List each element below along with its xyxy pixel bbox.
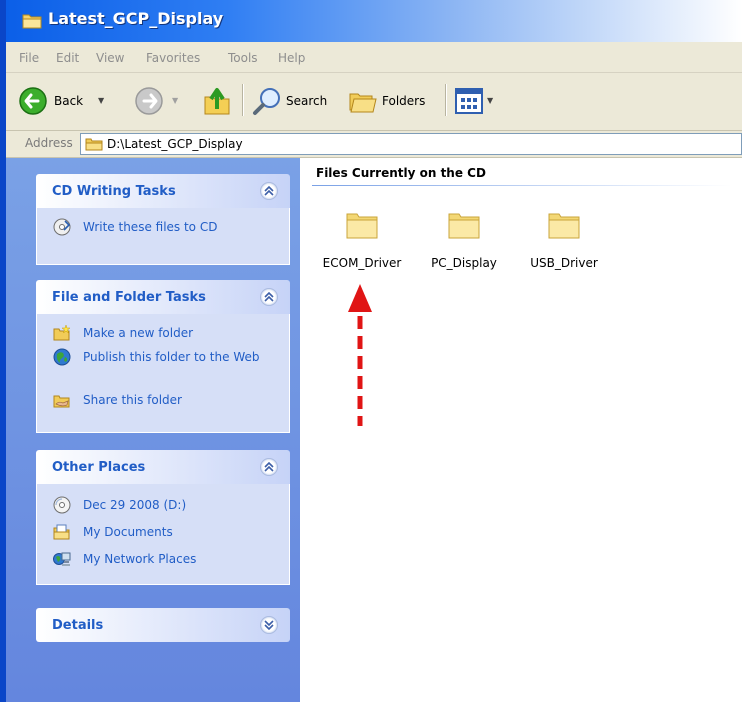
task-label: My Network Places [83, 552, 197, 566]
views-icon [455, 88, 483, 114]
panel-title: Other Places [52, 460, 146, 475]
new-folder-icon [53, 324, 71, 341]
collapse-icon[interactable] [260, 458, 278, 476]
group-title: Files Currently on the CD [316, 166, 486, 180]
cd-drive-folder-icon [85, 138, 103, 151]
address-label: Address [25, 136, 73, 150]
toolbar-separator [445, 84, 447, 116]
task-publish-to-web[interactable]: Publish this folder to the Web [53, 348, 283, 382]
panel-header[interactable]: File and Folder Tasks [36, 280, 290, 314]
task-pane: CD Writing Tasks Write these files to CD [6, 158, 300, 702]
task-label: Share this folder [83, 393, 182, 407]
details-panel: Details [36, 608, 290, 642]
place-my-network-places[interactable]: My Network Places [53, 550, 283, 568]
search-label: Search [286, 94, 328, 108]
task-label: My Documents [83, 525, 173, 539]
network-places-icon [53, 552, 71, 566]
panel-title: CD Writing Tasks [52, 184, 176, 199]
window-title: Latest_GCP_Display [48, 9, 224, 28]
menu-file[interactable]: File [19, 51, 39, 65]
red-arrow-annotation [348, 284, 372, 426]
forward-arrow-icon [135, 87, 163, 115]
address-value: D:\Latest_GCP_Display [107, 137, 243, 151]
cd-drive-icon [53, 496, 71, 514]
my-documents-icon [53, 524, 70, 540]
views-dropdown-icon[interactable]: ▼ [487, 96, 493, 105]
forward-dropdown-icon[interactable]: ▼ [172, 96, 178, 105]
folders-button[interactable]: Folders [346, 83, 438, 121]
menu-view[interactable]: View [96, 51, 124, 65]
group-divider [312, 185, 732, 186]
panel-title: Details [52, 618, 104, 633]
cd-writing-tasks-panel: CD Writing Tasks Write these files to CD [36, 174, 290, 265]
other-places-panel: Other Places Dec 29 2008 (D:) My Documen… [36, 450, 290, 585]
menu-favorites[interactable]: Favorites [146, 51, 200, 65]
up-folder-button[interactable] [200, 83, 234, 121]
task-label: Make a new folder [83, 326, 194, 340]
collapse-icon[interactable] [260, 182, 278, 200]
folders-icon [349, 93, 377, 113]
share-folder-icon [53, 395, 70, 408]
panel-body: Dec 29 2008 (D:) My Documents My Network… [36, 484, 290, 585]
folders-label: Folders [382, 94, 426, 108]
collapse-icon[interactable] [260, 288, 278, 306]
folder-name: ECOM_Driver [322, 256, 402, 270]
toolbar-separator [242, 84, 244, 116]
back-arrow-icon [19, 87, 47, 115]
menu-help[interactable]: Help [278, 51, 305, 65]
task-label: Write these files to CD [83, 220, 218, 234]
folder-item-usb-driver[interactable]: USB_Driver [516, 204, 612, 280]
address-field[interactable]: D:\Latest_GCP_Display [80, 133, 742, 155]
place-my-documents[interactable]: My Documents [53, 523, 283, 541]
search-button[interactable]: Search [250, 83, 340, 121]
panel-header[interactable]: CD Writing Tasks [36, 174, 290, 208]
folder-icon [346, 213, 378, 239]
title-bar[interactable]: Latest_GCP_Display [6, 0, 742, 42]
task-label: Publish this folder to the Web [83, 350, 260, 364]
folder-icon [448, 213, 480, 239]
panel-body: Make a new folder Publish this folder to… [36, 314, 290, 433]
toolbar: Back ▼ ▼ Search Folders ▼ [6, 73, 742, 131]
back-button[interactable]: Back ▼ [14, 83, 124, 121]
task-share-folder[interactable]: Share this folder [53, 391, 283, 409]
panel-header[interactable]: Details [36, 608, 290, 642]
publish-web-icon [53, 348, 71, 366]
menu-tools[interactable]: Tools [228, 51, 258, 65]
task-label: Dec 29 2008 (D:) [83, 498, 187, 512]
address-bar: Address D:\Latest_GCP_Display [6, 131, 742, 158]
panel-title: File and Folder Tasks [52, 290, 206, 305]
place-cd-drive[interactable]: Dec 29 2008 (D:) [53, 496, 283, 514]
cd-write-icon [53, 218, 71, 236]
back-dropdown-icon[interactable]: ▼ [98, 96, 104, 105]
menu-bar: File Edit View Favorites Tools Help [6, 42, 742, 73]
menu-edit[interactable]: Edit [56, 51, 79, 65]
expand-icon[interactable] [260, 616, 278, 634]
folder-item-ecom-driver[interactable]: ECOM_Driver [314, 204, 410, 280]
folder-icon [22, 14, 42, 29]
folder-name: USB_Driver [530, 256, 598, 270]
folder-item-pc-display[interactable]: PC_Display [416, 204, 512, 280]
explorer-window: Latest_GCP_Display File Edit View Favori… [0, 0, 742, 702]
file-folder-tasks-panel: File and Folder Tasks Make a new folder [36, 280, 290, 433]
views-button[interactable]: ▼ [452, 83, 498, 121]
task-write-to-cd[interactable]: Write these files to CD [53, 218, 283, 236]
panel-body: Write these files to CD [36, 208, 290, 265]
folder-name: PC_Display [431, 256, 497, 270]
file-view: Files Currently on the CD ECOM_Driver PC… [300, 158, 742, 702]
forward-button[interactable]: ▼ [130, 83, 186, 121]
up-folder-icon [204, 88, 230, 115]
back-label: Back [54, 94, 84, 108]
search-icon [253, 88, 280, 115]
task-make-new-folder[interactable]: Make a new folder [53, 324, 283, 342]
folder-icon [548, 213, 580, 239]
panel-header[interactable]: Other Places [36, 450, 290, 484]
